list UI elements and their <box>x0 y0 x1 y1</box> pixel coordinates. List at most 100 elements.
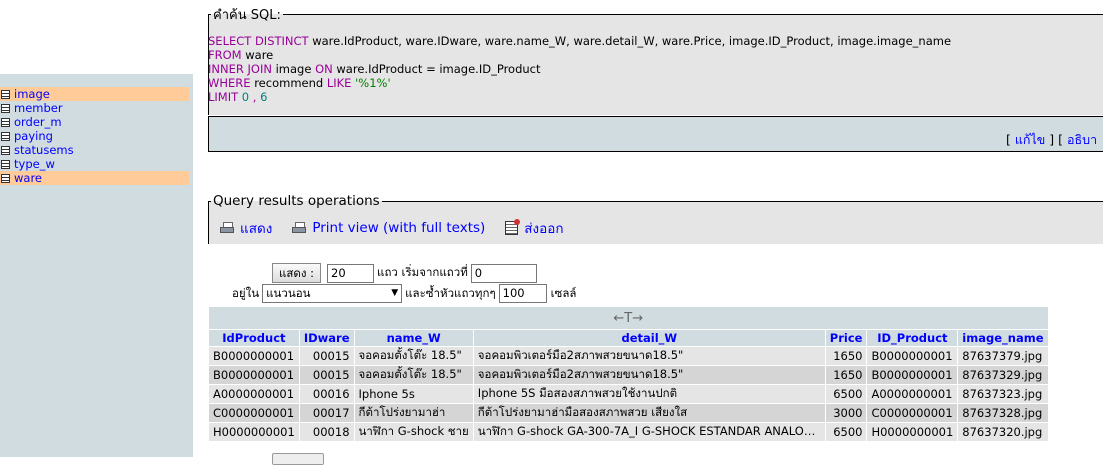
sidebar-item-label: order_m <box>14 115 62 129</box>
print-view-operation[interactable]: Print view (with full texts) <box>292 220 485 236</box>
table-cell: 00015 <box>299 347 354 365</box>
sql-line-limit: LIMIT 0 , 6 <box>208 90 268 104</box>
column-header-price[interactable]: Price <box>825 330 867 346</box>
bottom-button-partial[interactable] <box>272 453 324 465</box>
sidebar-item-ware[interactable]: ware <box>0 171 189 185</box>
table-cell: H0000000001 <box>209 423 299 441</box>
repeat-header-label: และซ้ำหัวแถวทุกๆ <box>405 285 496 300</box>
table-cell: 3000 <box>825 404 867 422</box>
column-header-id_product[interactable]: ID_Product <box>867 330 958 346</box>
sql-box-legend: คำค้น SQL: <box>213 8 281 23</box>
sidebar-item-order_m[interactable]: order_m <box>0 115 189 129</box>
table-cell: B0000000001 <box>209 366 299 384</box>
table-icon <box>1 145 10 155</box>
table-cell: 00018 <box>299 423 354 441</box>
navigation-row-2: อยู่ใน แนวนอน ▼ และซ้ำหัวแถวทุกๆ 100 เซลล… <box>232 284 576 303</box>
display-mode-select[interactable]: แนวนอน ▼ <box>262 284 403 303</box>
column-arrows-row: ←T→ <box>209 307 1048 329</box>
sidebar-item-member[interactable]: member <box>0 101 189 115</box>
table-cell: จอคอมพิวเตอร์มือ2สภาพสวยขนาด18.5" <box>473 366 825 384</box>
table-cell: 87637328.jpg <box>958 404 1048 422</box>
main-frame: คำค้น SQL: SELECT DISTINCT ware.IdProduc… <box>200 0 1103 465</box>
table-icon <box>1 173 10 183</box>
export-operation[interactable]: ส่งออก <box>505 217 564 239</box>
table-cell: A0000000001 <box>209 385 299 403</box>
show-rows-button[interactable]: แสดง : <box>272 263 322 283</box>
table-icon <box>1 159 10 169</box>
table-row[interactable]: A0000000001 00016 Iphone 5s Iphone 5S มือสอ… <box>209 385 1048 403</box>
sidebar-item-label: ware <box>14 171 43 185</box>
column-header-detail_w[interactable]: detail_W <box>473 330 825 346</box>
table-cell: 87637323.jpg <box>958 385 1048 403</box>
table-cell: นาฬิกา G-shock ชาย <box>354 423 473 441</box>
sidebar-item-label: paying <box>14 129 53 143</box>
table-cell: 1650 <box>825 366 867 384</box>
export-icon <box>505 219 521 235</box>
sidebar-item-image[interactable]: image <box>0 87 189 101</box>
table-cell: Iphone 5S มือสองสภาพสวยใช้งานปกติ <box>473 385 825 403</box>
sidebar-item-statusems[interactable]: statusems <box>0 143 189 157</box>
sql-line-from: FROM ware <box>208 48 274 62</box>
table-row[interactable]: C0000000001 00017 กีต้าโปร่งยามาฮ่า กีต้าโป… <box>209 404 1048 422</box>
sql-query-text: SELECT DISTINCT ware.IdProduct, ware.IDw… <box>208 34 951 104</box>
sidebar-item-paying[interactable]: paying <box>0 129 189 143</box>
table-cell: จอคอมตั้งโต๊ะ 18.5" <box>354 347 473 365</box>
repeat-header-input[interactable]: 100 <box>498 284 547 303</box>
table-cell: B0000000001 <box>867 347 958 365</box>
explain-query-link[interactable]: อธิบา <box>1067 132 1097 147</box>
sidebar-item-label: image <box>14 87 50 101</box>
show-operation[interactable]: แสดง <box>220 217 272 239</box>
table-cell: 87637329.jpg <box>958 366 1048 384</box>
rows-label: แถว เริ่มจากแถวที่ <box>377 265 468 279</box>
sidebar-item-label: statusems <box>14 143 74 157</box>
column-header-idproduct[interactable]: IdProduct <box>209 330 299 346</box>
print-icon <box>292 221 307 235</box>
table-icon <box>1 131 10 141</box>
table-cell: H0000000001 <box>867 423 958 441</box>
table-header-row: IdProduct IDware name_W detail_W Price ID_Pro… <box>209 330 1048 346</box>
rows-count-input[interactable]: 20 <box>327 263 375 283</box>
cells-label: เซลล์ <box>550 285 577 300</box>
table-cell: กีต้าโปร่งยามาฮ่ามือสองสภาพสวย เสียงใส <box>473 404 825 422</box>
table-cell: 6500 <box>825 423 867 441</box>
table-cell: Iphone 5s <box>354 385 473 403</box>
sql-line-select: SELECT DISTINCT ware.IdProduct, ware.IDw… <box>208 34 952 48</box>
sidebar-item-label: type_w <box>14 157 55 171</box>
table-cell: 00015 <box>299 366 354 384</box>
print-icon <box>220 221 234 235</box>
table-row[interactable]: B0000000001 00015 จอคอมตั้งโต๊ะ 18.5" จอคอม… <box>209 366 1048 384</box>
start-row-input[interactable]: 0 <box>470 263 537 283</box>
operations-row: แสดง Print view (with full texts) ส่งออก <box>220 217 584 239</box>
sql-line-join: INNER JOIN image ON ware.IdProduct = ima… <box>208 62 541 76</box>
table-icon <box>1 103 10 113</box>
sql-line-where: WHERE recommend LIKE '%1%' <box>208 76 391 90</box>
column-header-idware[interactable]: IDware <box>299 330 354 346</box>
table-cell: จอคอมตั้งโต๊ะ 18.5" <box>354 366 473 384</box>
sql-action-links: [ แก้ไข ] [ อธิบา <box>1006 132 1098 147</box>
table-cell: B0000000001 <box>209 347 299 365</box>
table-icon <box>1 117 10 127</box>
mode-label: อยู่ใน <box>232 285 260 300</box>
edit-query-link[interactable]: แก้ไข <box>1015 132 1045 147</box>
left-frame-top-area <box>0 0 193 74</box>
operations-legend: Query results operations <box>213 193 380 209</box>
dropdown-arrow-icon: ▼ <box>391 288 399 298</box>
sidebar-item-type_w[interactable]: type_w <box>0 157 189 171</box>
sort-arrows[interactable]: ←T→ <box>209 307 1048 329</box>
table-cell: จอคอมพิวเตอร์มือ2สภาพสวยขนาด18.5" <box>473 347 825 365</box>
table-cell: 00016 <box>299 385 354 403</box>
table-cell: B0000000001 <box>867 366 958 384</box>
table-cell: C0000000001 <box>867 404 958 422</box>
sql-actions-bar: [ แก้ไข ] [ อธิบา <box>208 116 1103 152</box>
column-header-image_name[interactable]: image_name <box>958 330 1048 346</box>
table-cell: A0000000001 <box>867 385 958 403</box>
table-row[interactable]: B0000000001 00015 จอคอมตั้งโต๊ะ 18.5" จอคอม… <box>209 347 1048 365</box>
table-row[interactable]: H0000000001 00018 นาฬิกา G-shock ชาย นาฬิกา… <box>209 423 1048 441</box>
column-header-name_w[interactable]: name_W <box>354 330 473 346</box>
table-icon <box>1 89 10 99</box>
table-cell: นาฬิกา G-shock GA-300-7A_I G-SHOCK ESTAN… <box>473 423 825 441</box>
table-cell: 1650 <box>825 347 867 365</box>
table-cell: C0000000001 <box>209 404 299 422</box>
left-navigation-frame: image member order_m paying statusems type_w w… <box>0 0 193 457</box>
table-cell: กีต้าโปร่งยามาฮ่า <box>354 404 473 422</box>
